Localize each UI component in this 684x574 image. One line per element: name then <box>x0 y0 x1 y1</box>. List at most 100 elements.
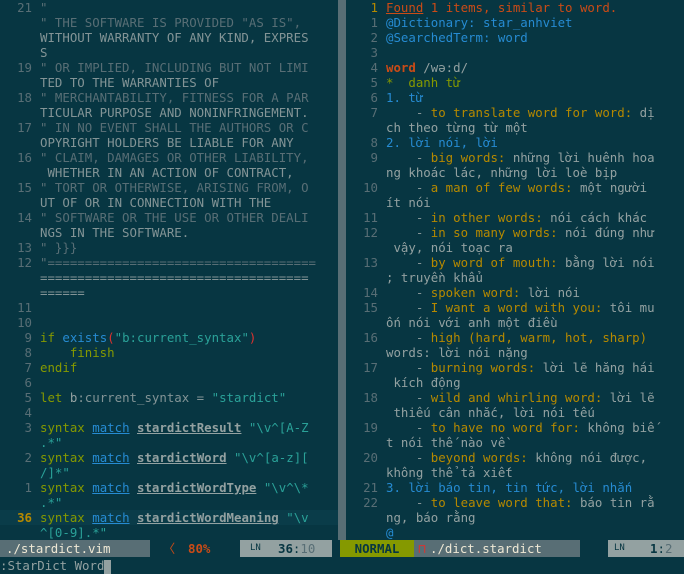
editor-line[interactable]: 12 "==================================== <box>0 255 338 270</box>
command-text: :StarDict Word <box>0 558 105 573</box>
editor-line[interactable]: 10 <box>0 315 338 330</box>
editor-line[interactable]: 4 word /wə:d/ <box>346 60 684 75</box>
right-editor-pane[interactable]: 1 Found 1 items, similar to word. 1 @Dictio… <box>346 0 684 540</box>
editor-line[interactable]: 15 " TORT OR OTHERWISE, ARISING FROM, O <box>0 180 338 195</box>
editor-line[interactable]: 9 if exists("b:current_syntax") <box>0 330 338 345</box>
editor-line[interactable]: 0ng khoác lác, những lời loè bịp <box>346 165 684 180</box>
editor-line[interactable]: 0" THE SOFTWARE IS PROVIDED "AS IS", <box>0 15 338 30</box>
editor-line[interactable]: 5 * danh từ <box>346 75 684 90</box>
editor-line[interactable]: 0ch theo từng từ một <box>346 120 684 135</box>
editor-line[interactable]: 7 - to translate word for word: dị <box>346 105 684 120</box>
line-number: 0 <box>0 495 40 510</box>
line-text: - by word of mouth: bằng lời nói <box>386 255 655 270</box>
editor-line[interactable]: 0.*" <box>0 435 338 450</box>
editor-line[interactable]: 13 " }}} <box>0 240 338 255</box>
left-position-block: LN 36 : 10 <box>240 540 332 557</box>
editor-line[interactable]: 19 - to have no word for: không biế <box>346 420 684 435</box>
editor-line[interactable]: 0words: lời nói nặng <box>346 345 684 360</box>
editor-line[interactable]: 0ng, báo rằng <box>346 510 684 525</box>
left-editor-pane[interactable]: 21"0" THE SOFTWARE IS PROVIDED "AS IS", … <box>0 0 338 540</box>
line-number: 1 <box>24 480 32 495</box>
editor-line[interactable]: 0@ <box>346 525 684 540</box>
editor-line[interactable]: 14 " SOFTWARE OR THE USE OR OTHER DEALI <box>0 210 338 225</box>
line-text: ch theo từng từ một <box>386 120 528 135</box>
line-text: @ <box>386 525 394 540</box>
editor-line[interactable]: 18 - wild and whirling word: lời lẽ <box>346 390 684 405</box>
line-number: 9 <box>370 150 378 165</box>
line-number: 16 <box>17 150 32 165</box>
editor-line[interactable]: 0.*" <box>0 495 338 510</box>
editor-line[interactable]: 0 thiếu cân nhắc, lời nói tếu <box>346 405 684 420</box>
editor-line[interactable]: 4 <box>0 405 338 420</box>
editor-line[interactable]: 20 - beyond words: không nói được, <box>346 450 684 465</box>
editor-line[interactable]: 13 - by word of mouth: bằng lời nói <box>346 255 684 270</box>
line-text: syntax match stardictWordType "\v^\* <box>40 480 309 495</box>
line-text: - beyond words: không nói được, <box>386 450 648 465</box>
editor-line[interactable]: 6 1. từ <box>346 90 684 105</box>
editor-line[interactable]: 0UT OF OR IN CONNECTION WITH THE <box>0 195 338 210</box>
editor-line[interactable]: 9 - big words: những lời huênh hoa <box>346 150 684 165</box>
editor-line[interactable]: 0/]*" <box>0 465 338 480</box>
line-text: " CLAIM, DAMAGES OR OTHER LIABILITY, <box>40 150 309 165</box>
editor-line[interactable]: 0ít nói <box>346 195 684 210</box>
editor-line[interactable]: 17 " IN NO EVENT SHALL THE AUTHORS OR C <box>0 120 338 135</box>
editor-line[interactable]: 0 WHETHER IN AN ACTION OF CONTRACT, <box>0 165 338 180</box>
editor-line[interactable]: 0TICULAR PURPOSE AND NONINFRINGEMENT. <box>0 105 338 120</box>
lock-icon: ⊓ <box>414 540 430 557</box>
line-text <box>40 375 338 390</box>
editor-line[interactable]: 1 Found 1 items, similar to word. <box>346 0 684 15</box>
editor-line[interactable]: 2 syntax match stardictWord "\v^[a-z][ <box>0 450 338 465</box>
line-number: 13 <box>17 240 32 255</box>
editor-line[interactable]: 12 - in so many words: nói đúng như <box>346 225 684 240</box>
line-text: kích động <box>386 375 461 390</box>
editor-line[interactable]: 21 3. lời báo tin, tin tức, lời nhắn <box>346 480 684 495</box>
editor-line[interactable]: 17 - burning words: lời lẽ hăng hái <box>346 360 684 375</box>
editor-line[interactable]: 1 syntax match stardictWordType "\v^\* <box>0 480 338 495</box>
editor-line[interactable]: 8 2. lời nói, lời <box>346 135 684 150</box>
editor-line[interactable]: 0^[0-9].*" <box>0 525 338 540</box>
editor-line[interactable]: 0 vậy, nói toạc ra <box>346 240 684 255</box>
editor-line[interactable]: 0WITHOUT WARRANTY OF ANY KIND, EXPRES <box>0 30 338 45</box>
line-text: Found 1 items, similar to word. <box>386 0 618 15</box>
editor-line[interactable]: 0t nói thế nào về <box>346 435 684 450</box>
editor-line[interactable]: 16 " CLAIM, DAMAGES OR OTHER LIABILITY, <box>0 150 338 165</box>
editor-line[interactable]: 8 finish <box>0 345 338 360</box>
editor-line[interactable]: 0==================================== <box>0 270 338 285</box>
editor-line[interactable]: 6 <box>0 375 338 390</box>
vertical-split-divider[interactable] <box>338 0 346 540</box>
editor-line[interactable]: 0OPYRIGHT HOLDERS BE LIABLE FOR ANY <box>0 135 338 150</box>
line-number: 0 <box>0 165 40 180</box>
editor-line[interactable]: 10 - a man of few words: một người <box>346 180 684 195</box>
editor-line[interactable]: 3 syntax match stardictResult "\v^[A-Z <box>0 420 338 435</box>
editor-line[interactable]: 0; truyền khẩu <box>346 270 684 285</box>
editor-line[interactable]: 3 <box>346 45 684 60</box>
editor-line[interactable]: 0NGS IN THE SOFTWARE. <box>0 225 338 240</box>
line-text: không thể tả xiết <box>386 465 513 480</box>
editor-line[interactable]: 0S <box>0 45 338 60</box>
editor-line[interactable]: 22 - to leave word that: báo tin rằ <box>346 495 684 510</box>
line-number: 0 <box>0 30 40 45</box>
editor-line[interactable]: 0ốn nói với anh một điều <box>346 315 684 330</box>
editor-line[interactable]: 11 <box>0 300 338 315</box>
editor-line[interactable]: 0 kích động <box>346 375 684 390</box>
editor-line[interactable]: 11 - in other words: nói cách khác <box>346 210 684 225</box>
line-number: 1 <box>370 0 378 15</box>
editor-line[interactable]: 15 - I want a word with you: tôi mu <box>346 300 684 315</box>
editor-line[interactable]: 1 @Dictionary: star_anhviet <box>346 15 684 30</box>
editor-line[interactable]: 19 " OR IMPLIED, INCLUDING BUT NOT LIMI <box>0 60 338 75</box>
editor-line[interactable]: 0không thể tả xiết <box>346 465 684 480</box>
line-text: - in other words: nói cách khác <box>386 210 648 225</box>
editor-line[interactable]: 16 - high (hard, warm, hot, sharp) <box>346 330 684 345</box>
line-number: 3 <box>24 420 32 435</box>
editor-line[interactable]: 18 " MERCHANTABILITY, FITNESS FOR A PAR <box>0 90 338 105</box>
editor-line[interactable]: 0====== <box>0 285 338 300</box>
editor-line[interactable]: 36 syntax match stardictWordMeaning "\v <box>0 510 338 525</box>
command-line[interactable]: :StarDict Word <box>0 557 684 574</box>
editor-line[interactable]: 21 " <box>0 0 338 15</box>
editor-line[interactable]: 5 let b:current_syntax = "stardict" <box>0 390 338 405</box>
editor-line[interactable]: 14 - spoken word: lời nói <box>346 285 684 300</box>
editor-line[interactable]: 0TED TO THE WARRANTIES OF <box>0 75 338 90</box>
editor-line[interactable]: 2 @SearchedTerm: word <box>346 30 684 45</box>
editor-line[interactable]: 7 endif <box>0 360 338 375</box>
line-text: - high (hard, warm, hot, sharp) <box>386 330 648 345</box>
